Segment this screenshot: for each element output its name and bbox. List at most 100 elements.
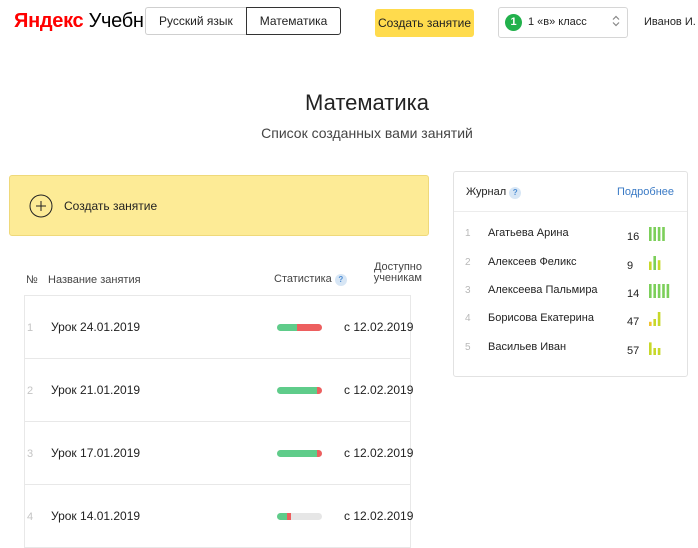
stat-wrong	[297, 324, 322, 331]
lesson-name[interactable]: Урок 17.01.2019	[51, 446, 140, 460]
lesson-name[interactable]: Урок 24.01.2019	[51, 320, 140, 334]
lesson-row[interactable]: 4 Урок 14.01.2019 с 12.02.2019	[25, 485, 414, 548]
chevron-updown-icon	[612, 15, 620, 27]
performance-bar	[657, 348, 661, 355]
logo-yandex: Яндекс	[14, 10, 84, 32]
column-header-number: №	[26, 274, 38, 286]
student-number: 1	[465, 228, 471, 239]
performance-bar	[649, 284, 652, 298]
journal-panel: Журнал? Подробнее 1 Агатьева Арина 16 2 …	[453, 171, 688, 377]
performance-bar	[657, 284, 661, 298]
student-count: 47	[627, 316, 640, 328]
student-name[interactable]: Алексеев Феликс	[488, 256, 577, 268]
performance-bar	[653, 227, 656, 241]
lesson-row[interactable]: 1 Урок 24.01.2019 с 12.02.2019	[25, 296, 414, 359]
column-header-stats-label: Статистика	[274, 273, 332, 285]
performance-bar	[653, 319, 656, 326]
stat-wrong	[286, 513, 292, 520]
performance-bar	[649, 261, 652, 270]
user-name[interactable]: Иванов И.	[644, 16, 696, 28]
performance-bars-icon	[649, 284, 670, 298]
journal-student-row[interactable]: 1 Агатьева Арина 16	[454, 223, 687, 247]
header: Яндекс Учебник Русский язык Математика С…	[0, 0, 698, 50]
performance-bars-icon	[649, 312, 661, 326]
student-name[interactable]: Агатьева Арина	[488, 227, 569, 239]
student-number: 5	[465, 342, 471, 353]
column-header-name: Название занятия	[48, 274, 141, 286]
student-name[interactable]: Васильев Иван	[488, 341, 566, 353]
journal-title-label: Журнал	[466, 186, 507, 198]
journal-student-row[interactable]: 5 Васильев Иван 57	[454, 337, 687, 361]
lesson-stat-bar	[277, 324, 322, 331]
student-number: 2	[465, 257, 471, 268]
lesson-name[interactable]: Урок 21.01.2019	[51, 383, 140, 397]
performance-bar	[653, 284, 656, 298]
class-badge: 1	[505, 14, 522, 31]
performance-bars-icon	[649, 227, 665, 241]
subject-tabs: Русский язык Математика	[145, 7, 342, 35]
stat-correct	[277, 324, 298, 331]
lesson-number: 4	[27, 511, 34, 523]
stat-correct	[277, 513, 287, 520]
lesson-available-date: с 12.02.2019	[344, 509, 414, 523]
plus-circle-icon	[29, 194, 53, 218]
lesson-available-date: с 12.02.2019	[344, 446, 414, 460]
performance-bar	[649, 342, 652, 355]
student-count: 57	[627, 345, 640, 357]
performance-bar	[657, 227, 661, 241]
performance-bar	[662, 227, 665, 241]
journal-divider	[454, 211, 687, 212]
lesson-available-date: с 12.02.2019	[344, 383, 414, 397]
stat-wrong	[316, 387, 322, 394]
page-subtitle: Список созданных вами занятий	[261, 125, 473, 141]
class-select-value: 1 «в» класс	[528, 16, 587, 28]
lesson-stat-bar	[277, 387, 322, 394]
performance-bar	[666, 284, 670, 298]
lessons-list: 1 Урок 24.01.2019 с 12.02.2019 2 Урок 21…	[24, 295, 414, 548]
tab-math[interactable]: Математика	[245, 7, 342, 35]
student-count: 16	[627, 231, 640, 243]
stat-correct	[277, 450, 317, 457]
lesson-row[interactable]: 3 Урок 17.01.2019 с 12.02.2019	[25, 422, 414, 485]
journal-student-row[interactable]: 4 Борисова Екатерина 47	[454, 308, 687, 332]
lesson-stat-bar	[277, 513, 322, 520]
help-icon[interactable]: ?	[509, 187, 522, 199]
create-lesson-card-label: Создать занятие	[64, 199, 158, 213]
tab-russian[interactable]: Русский язык	[145, 7, 246, 35]
student-count: 14	[627, 288, 640, 300]
class-select[interactable]: 1 1 «в» класс	[498, 7, 628, 38]
performance-bar	[657, 312, 661, 326]
create-lesson-card[interactable]: Создать занятие	[9, 175, 429, 236]
student-name[interactable]: Борисова Екатерина	[488, 312, 594, 324]
lesson-number: 3	[27, 448, 34, 460]
page-title: Математика	[305, 90, 429, 115]
create-lesson-button[interactable]: Создать занятие	[375, 9, 474, 37]
student-count: 9	[627, 260, 634, 272]
journal-student-row[interactable]: 2 Алексеев Феликс 9	[454, 252, 687, 276]
performance-bar	[653, 256, 656, 270]
journal-student-row[interactable]: 3 Алексеева Пальмира 14	[454, 280, 687, 304]
performance-bar	[662, 284, 665, 298]
student-name[interactable]: Алексеева Пальмира	[488, 284, 598, 296]
column-header-available: Доступно ученикам	[373, 261, 422, 284]
performance-bars-icon	[649, 342, 661, 355]
column-header-stats: Статистика?	[274, 273, 347, 286]
performance-bar	[653, 348, 656, 355]
logo[interactable]: Яндекс Учебник	[14, 10, 163, 33]
performance-bar	[649, 321, 652, 326]
lesson-available-date: с 12.02.2019	[344, 320, 414, 334]
help-icon[interactable]: ?	[334, 274, 347, 286]
lesson-number: 2	[27, 385, 34, 397]
lesson-row[interactable]: 2 Урок 21.01.2019 с 12.02.2019	[25, 359, 414, 422]
journal-title: Журнал?	[466, 186, 522, 199]
lesson-stat-bar	[277, 450, 322, 457]
student-number: 3	[465, 285, 471, 296]
performance-bar	[657, 260, 661, 270]
lesson-name[interactable]: Урок 14.01.2019	[51, 509, 140, 523]
journal-more-link[interactable]: Подробнее	[617, 186, 674, 198]
performance-bar	[649, 227, 652, 241]
lesson-number: 1	[27, 322, 34, 334]
stat-wrong	[316, 450, 322, 457]
performance-bars-icon	[649, 256, 661, 270]
stat-correct	[277, 387, 317, 394]
